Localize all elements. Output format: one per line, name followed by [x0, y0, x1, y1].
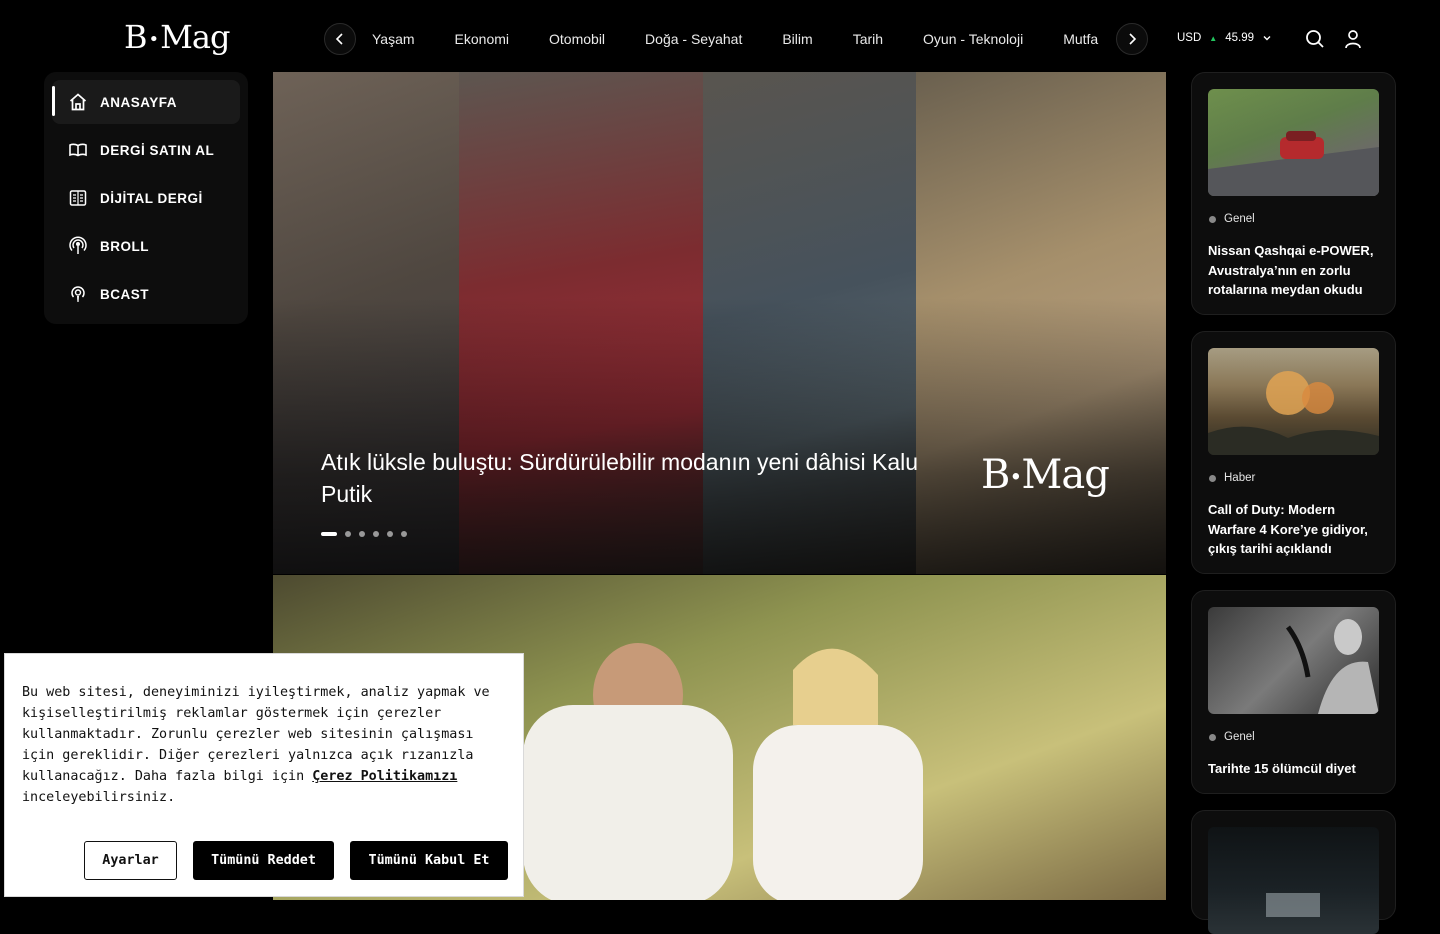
article-card[interactable]: Genel Nissan Qashqai e-POWER, Avustralya…	[1191, 72, 1396, 315]
user-account-button[interactable]	[1343, 29, 1363, 49]
cookie-policy-link[interactable]: Çerez Politikamızı	[312, 769, 457, 784]
sidebar-item-label: ANASAYFA	[100, 94, 178, 110]
home-icon	[68, 92, 88, 112]
sidebar-item-dijital-dergi[interactable]: DİJİTAL DERGİ	[52, 176, 240, 220]
nav-item[interactable]: Tarih	[853, 31, 883, 47]
nav-item[interactable]: Oyun - Teknoloji	[923, 31, 1023, 47]
chevron-left-icon	[335, 33, 343, 45]
sidebar-item-dergi-satin-al[interactable]: DERGİ SATIN AL	[52, 128, 240, 172]
card-title[interactable]: Tarihte 15 ölümcül diyet	[1208, 759, 1384, 779]
article-card[interactable]: Genel Tarihte 15 ölümcül diyet	[1191, 590, 1396, 794]
slider-dot[interactable]	[321, 532, 337, 536]
hero-slider[interactable]: Atık lüksle buluştu: Sürdürülebilir moda…	[273, 72, 1166, 574]
digital-magazine-icon	[68, 188, 88, 208]
card-category: Genel	[1209, 213, 1255, 225]
card-image	[1208, 607, 1379, 714]
slider-pagination	[321, 531, 407, 537]
cookie-accept-all-button[interactable]: Tümünü Kabul Et	[350, 841, 508, 880]
search-icon	[1306, 30, 1324, 48]
site-logo[interactable]: B •Mag	[124, 18, 230, 56]
sidebar-menu: ANASAYFA DERGİ SATIN AL DİJİTAL DERGİ BR…	[44, 72, 248, 324]
sidebar-item-bcast[interactable]: BCAST	[52, 272, 240, 316]
broadcast-icon	[68, 236, 88, 256]
card-image	[1208, 89, 1379, 196]
card-category: Genel	[1209, 731, 1255, 743]
card-image	[1208, 348, 1379, 455]
card-title[interactable]: Call of Duty: Modern Warfare 4 Kore’ye g…	[1208, 500, 1384, 559]
podcast-icon	[68, 284, 88, 304]
cookie-consent-dialog: Bu web sitesi, deneyiminizi iyileştirmek…	[4, 653, 524, 897]
cookie-reject-all-button[interactable]: Tümünü Reddet	[193, 841, 334, 880]
trend-up-icon: ▲	[1209, 33, 1218, 43]
hero-title[interactable]: Atık lüksle buluştu: Sürdürülebilir moda…	[321, 446, 921, 510]
sidebar-item-label: DİJİTAL DERGİ	[100, 190, 203, 206]
slider-dot[interactable]	[387, 531, 393, 537]
site-header: B •Mag Yaşam Ekonomi Otomobil Doğa - Seya…	[0, 0, 1440, 72]
nav-item[interactable]: Mutfa	[1063, 31, 1098, 47]
nav-item[interactable]: Yaşam	[372, 31, 415, 47]
nav-prev-button[interactable]	[324, 23, 356, 55]
card-title[interactable]: Nissan Qashqai e-POWER, Avustralya’nın e…	[1208, 241, 1384, 300]
nav-item[interactable]: Ekonomi	[455, 31, 509, 47]
card-category: Haber	[1209, 472, 1255, 484]
currency-ticker[interactable]: USD ▲ 45.99	[1177, 32, 1272, 44]
book-open-icon	[68, 140, 88, 160]
search-button[interactable]	[1305, 29, 1325, 49]
slider-dot[interactable]	[345, 531, 351, 537]
slider-dot[interactable]	[373, 531, 379, 537]
sidebar-item-label: BCAST	[100, 286, 149, 302]
chevron-down-icon	[1263, 36, 1271, 41]
article-card[interactable]	[1191, 810, 1396, 934]
slider-dot[interactable]	[401, 531, 407, 537]
user-icon	[1345, 30, 1361, 49]
cookie-message: Bu web sitesi, deneyiminizi iyileştirmek…	[22, 685, 490, 805]
card-image	[1208, 827, 1379, 934]
sidebar-item-broll[interactable]: BROLL	[52, 224, 240, 268]
article-card[interactable]: Haber Call of Duty: Modern Warfare 4 Kor…	[1191, 331, 1396, 574]
sidebar-item-anasayfa[interactable]: ANASAYFA	[52, 80, 240, 124]
nav-item[interactable]: Bilim	[782, 31, 812, 47]
nav-next-button[interactable]	[1116, 23, 1148, 55]
nav-item[interactable]: Doğa - Seyahat	[645, 31, 742, 47]
slider-dot[interactable]	[359, 531, 365, 537]
hero-watermark-logo: B•Mag	[981, 452, 1110, 498]
chevron-right-icon	[1129, 33, 1137, 45]
category-nav: Yaşam Ekonomi Otomobil Doğa - Seyahat Bi…	[372, 31, 1104, 47]
sidebar-item-label: BROLL	[100, 238, 149, 254]
sidebar-item-label: DERGİ SATIN AL	[100, 142, 215, 158]
cookie-settings-button[interactable]: Ayarlar	[84, 841, 177, 880]
nav-item[interactable]: Otomobil	[549, 31, 605, 47]
currency-value: 45.99	[1225, 32, 1254, 44]
currency-code: USD	[1177, 32, 1202, 44]
